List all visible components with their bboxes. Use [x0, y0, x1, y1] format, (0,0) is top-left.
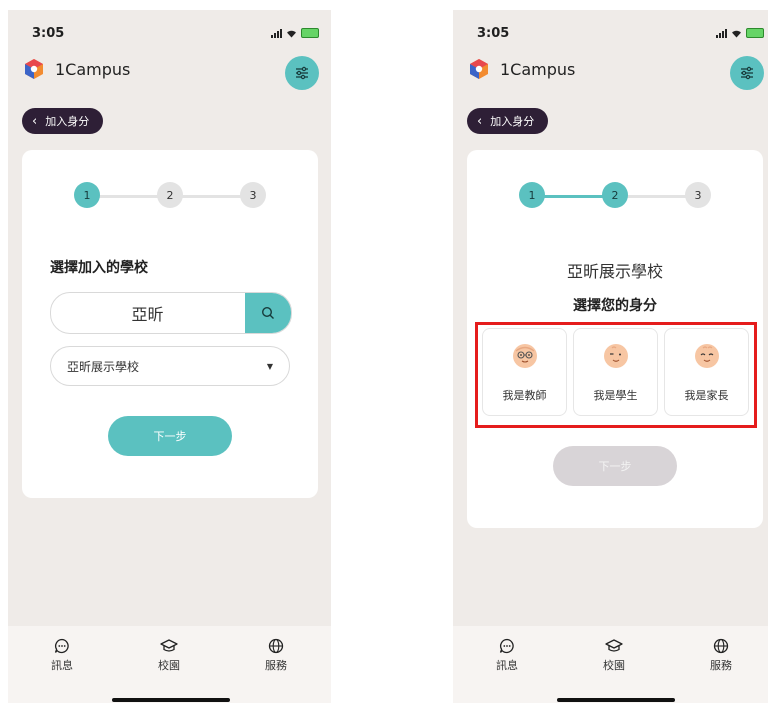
settings-button[interactable]	[285, 56, 319, 90]
globe-icon	[713, 638, 729, 654]
settings-button[interactable]	[730, 56, 764, 90]
battery-icon	[746, 28, 764, 38]
step-indicator: 1 2 3	[519, 182, 711, 210]
search-input[interactable]: 亞昕	[51, 293, 244, 333]
home-indicator	[557, 698, 675, 702]
phone-screen-select-role: 3:05 1Campus ‹ 加入身分 1 2 3 亞昕展示學校 選擇您的身分 …	[453, 10, 768, 703]
step-2: 2	[157, 182, 183, 208]
nav-item-campus[interactable]: 校園	[139, 638, 199, 673]
wifi-icon	[287, 30, 296, 38]
role-label-parent: 我是家長	[684, 389, 729, 402]
battery-icon	[301, 28, 319, 38]
join-card: 1 2 3 亞昕展示學校 選擇您的身分 我是教師 我是學生 我是家長 下一步	[467, 150, 763, 528]
signal-icon	[271, 29, 282, 38]
app-logo-icon	[25, 59, 43, 79]
signal-icon	[716, 29, 727, 38]
step-1: 1	[519, 182, 545, 208]
parent-face-icon	[695, 344, 719, 368]
globe-icon	[268, 638, 284, 654]
app-name: 1Campus	[55, 59, 131, 79]
campus-icon	[605, 639, 623, 652]
app-header: 1Campus	[23, 58, 130, 80]
student-face-icon	[604, 344, 628, 368]
school-select[interactable]: 亞昕展示學校 ▼	[50, 346, 290, 386]
bottom-nav: 訊息 校園 服務	[8, 626, 331, 703]
back-button[interactable]: ‹ 加入身分	[22, 108, 104, 134]
nav-item-services[interactable]: 服務	[246, 638, 306, 673]
nav-label-campus: 校園	[158, 659, 180, 672]
school-search: 亞昕	[50, 292, 292, 334]
wifi-icon	[732, 30, 741, 38]
role-card-teacher[interactable]: 我是教師	[482, 328, 567, 416]
role-label-student: 我是學生	[593, 389, 638, 402]
school-select-value: 亞昕展示學校	[67, 359, 140, 374]
step-1: 1	[74, 182, 100, 208]
home-indicator	[112, 698, 230, 702]
phone-screen-select-school: 3:05 1Campus ‹ 加入身分 1 2 3 選擇加入的學校 亞昕 亞昕展…	[8, 10, 331, 703]
app-name: 1Campus	[500, 59, 576, 79]
app-logo-icon	[470, 59, 488, 79]
role-label-teacher: 我是教師	[502, 389, 547, 402]
step-indicator: 1 2 3	[74, 182, 266, 210]
role-card-student[interactable]: 我是學生	[573, 328, 658, 416]
search-button[interactable]	[245, 293, 291, 333]
chevron-left-icon: ‹	[477, 113, 483, 129]
nav-item-campus[interactable]: 校園	[584, 638, 644, 673]
search-icon	[261, 306, 274, 319]
nav-label-messages: 訊息	[496, 659, 518, 672]
nav-item-messages[interactable]: 訊息	[477, 638, 537, 673]
bottom-nav: 訊息 校園 服務	[453, 626, 768, 703]
app-header: 1Campus	[468, 58, 575, 80]
status-time: 3:05	[32, 26, 65, 41]
step-3: 3	[685, 182, 711, 208]
nav-label-messages: 訊息	[51, 659, 73, 672]
campus-icon	[160, 639, 178, 652]
join-card: 1 2 3 選擇加入的學校 亞昕 亞昕展示學校 ▼ 下一步	[22, 150, 318, 498]
nav-label-services: 服務	[710, 659, 732, 672]
caret-down-icon: ▼	[266, 361, 273, 371]
back-button-label: 加入身分	[45, 115, 90, 128]
school-name: 亞昕展示學校	[566, 262, 663, 281]
status-time: 3:05	[477, 26, 510, 41]
chevron-left-icon: ‹	[32, 113, 38, 129]
message-icon	[499, 638, 514, 654]
next-button[interactable]: 下一步	[108, 416, 232, 456]
role-title: 選擇您的身分	[573, 298, 657, 314]
step-3: 3	[240, 182, 266, 208]
teacher-face-icon	[513, 344, 537, 368]
nav-item-messages[interactable]: 訊息	[32, 638, 92, 673]
step-2: 2	[602, 182, 628, 208]
back-button-label: 加入身分	[490, 115, 535, 128]
status-icons	[716, 28, 764, 38]
nav-label-services: 服務	[265, 659, 287, 672]
status-icons	[271, 28, 319, 38]
message-icon	[54, 638, 69, 654]
section-title: 選擇加入的學校	[50, 260, 148, 276]
role-card-parent[interactable]: 我是家長	[664, 328, 749, 416]
next-button[interactable]: 下一步	[553, 446, 677, 486]
sliders-icon	[741, 66, 753, 80]
nav-item-services[interactable]: 服務	[691, 638, 751, 673]
sliders-icon	[296, 66, 308, 80]
nav-label-campus: 校園	[603, 659, 625, 672]
back-button[interactable]: ‹ 加入身分	[467, 108, 549, 134]
